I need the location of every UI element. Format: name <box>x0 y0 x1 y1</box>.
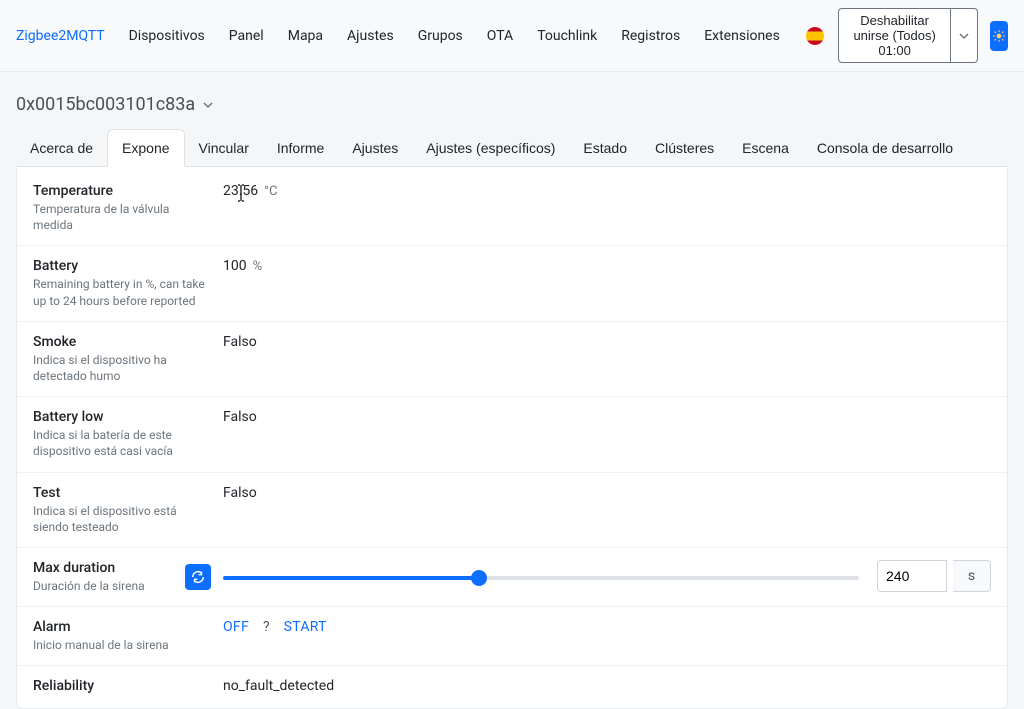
permit-join-more-button[interactable] <box>951 8 978 63</box>
navbar-brand[interactable]: Zigbee2MQTT <box>16 22 115 50</box>
nav-item-logs[interactable]: Registros <box>611 22 690 50</box>
feature-name: Battery <box>33 258 211 274</box>
exposes-card: Temperature Temperatura de la válvula me… <box>16 167 1008 709</box>
feature-name: Smoke <box>33 334 211 350</box>
feature-value: 23.56 <box>223 183 258 199</box>
feature-name: Test <box>33 485 211 501</box>
nav-item-groups[interactable]: Grupos <box>408 22 473 50</box>
feature-unit: °C <box>264 184 277 199</box>
feature-desc: Indica si la batería de este dispositivo… <box>33 427 211 459</box>
tab-scene[interactable]: Escena <box>728 129 803 166</box>
nav-item-settings[interactable]: Ajustes <box>337 22 404 50</box>
theme-toggle-button[interactable] <box>990 21 1008 51</box>
nav-item-dashboard[interactable]: Panel <box>219 22 274 50</box>
page-container: 0x0015bc003101c83a Acerca de Expone Vinc… <box>0 72 1024 709</box>
sync-icon <box>191 570 205 584</box>
permit-join-group: Deshabilitar unirse (Todos) 01:00 <box>838 8 979 63</box>
feature-desc: Duración de la sirena <box>33 578 145 594</box>
nav-item-extensions[interactable]: Extensiones <box>694 22 790 50</box>
tab-reporting[interactable]: Informe <box>263 129 338 166</box>
tab-exposes[interactable]: Expone <box>107 129 184 167</box>
feature-value: Falso <box>223 409 257 425</box>
feature-name: Battery low <box>33 409 211 425</box>
tab-settings-specific[interactable]: Ajustes (específicos) <box>412 129 569 166</box>
device-ieee: 0x0015bc003101c83a <box>16 94 195 115</box>
feature-desc: Remaining battery in %, can take up to 2… <box>33 276 211 308</box>
max-duration-input[interactable] <box>877 560 947 592</box>
feature-desc: Inicio manual de la sirena <box>33 637 211 653</box>
feature-value: Falso <box>223 334 257 350</box>
feature-row-reliability: Reliability no_fault_detected <box>17 666 1007 708</box>
feature-value: Falso <box>223 485 257 501</box>
feature-name: Reliability <box>33 678 211 694</box>
tab-state[interactable]: Estado <box>569 129 641 166</box>
sun-icon <box>992 29 1006 43</box>
tab-bind[interactable]: Vincular <box>185 129 263 166</box>
device-tabs: Acerca de Expone Vincular Informe Ajuste… <box>16 129 1008 167</box>
feature-unit: % <box>253 259 263 274</box>
feature-row-alarm: Alarm Inicio manual de la sirena OFF ? S… <box>17 607 1007 666</box>
feature-row-smoke: Smoke Indica si el dispositivo ha detect… <box>17 322 1007 397</box>
alarm-option-off[interactable]: OFF <box>223 619 249 635</box>
device-title[interactable]: 0x0015bc003101c83a <box>16 88 1008 129</box>
chevron-down-icon <box>203 100 213 110</box>
tab-dev-console[interactable]: Consola de desarrollo <box>803 129 967 166</box>
feature-row-max-duration: Max duration Duración de la sirena s <box>17 548 1007 607</box>
feature-value: 100 <box>223 258 247 274</box>
alarm-option-start[interactable]: START <box>284 619 327 635</box>
feature-value: no_fault_detected <box>223 678 334 694</box>
feature-row-battery: Battery Remaining battery in %, can take… <box>17 246 1007 321</box>
tab-clusters[interactable]: Clústeres <box>641 129 728 166</box>
feature-row-temperature: Temperature Temperatura de la válvula me… <box>17 171 1007 246</box>
tab-about[interactable]: Acerca de <box>16 129 107 166</box>
feature-name: Max duration <box>33 560 145 576</box>
feature-desc: Temperatura de la válvula medida <box>33 201 211 233</box>
nav-item-touchlink[interactable]: Touchlink <box>527 22 607 50</box>
refresh-button[interactable] <box>185 564 211 590</box>
chevron-down-icon <box>959 31 969 41</box>
navbar: Zigbee2MQTT Dispositivos Panel Mapa Ajus… <box>0 0 1024 72</box>
feature-name: Temperature <box>33 183 211 199</box>
nav-item-map[interactable]: Mapa <box>278 22 333 50</box>
feature-desc: Indica si el dispositivo ha detectado hu… <box>33 352 211 384</box>
nav-item-devices[interactable]: Dispositivos <box>119 22 215 50</box>
feature-desc: Indica si el dispositivo está siendo tes… <box>33 503 211 535</box>
permit-join-button[interactable]: Deshabilitar unirse (Todos) 01:00 <box>838 8 952 63</box>
locale-flag-icon[interactable] <box>806 27 824 45</box>
alarm-option-unknown: ? <box>263 619 270 635</box>
feature-row-battery-low: Battery low Indica si la batería de este… <box>17 397 1007 472</box>
max-duration-slider[interactable] <box>223 576 859 580</box>
feature-row-test: Test Indica si el dispositivo está siend… <box>17 473 1007 548</box>
nav-item-ota[interactable]: OTA <box>477 22 523 50</box>
tab-settings[interactable]: Ajustes <box>338 129 412 166</box>
max-duration-unit: s <box>953 560 991 592</box>
feature-name: Alarm <box>33 619 211 635</box>
